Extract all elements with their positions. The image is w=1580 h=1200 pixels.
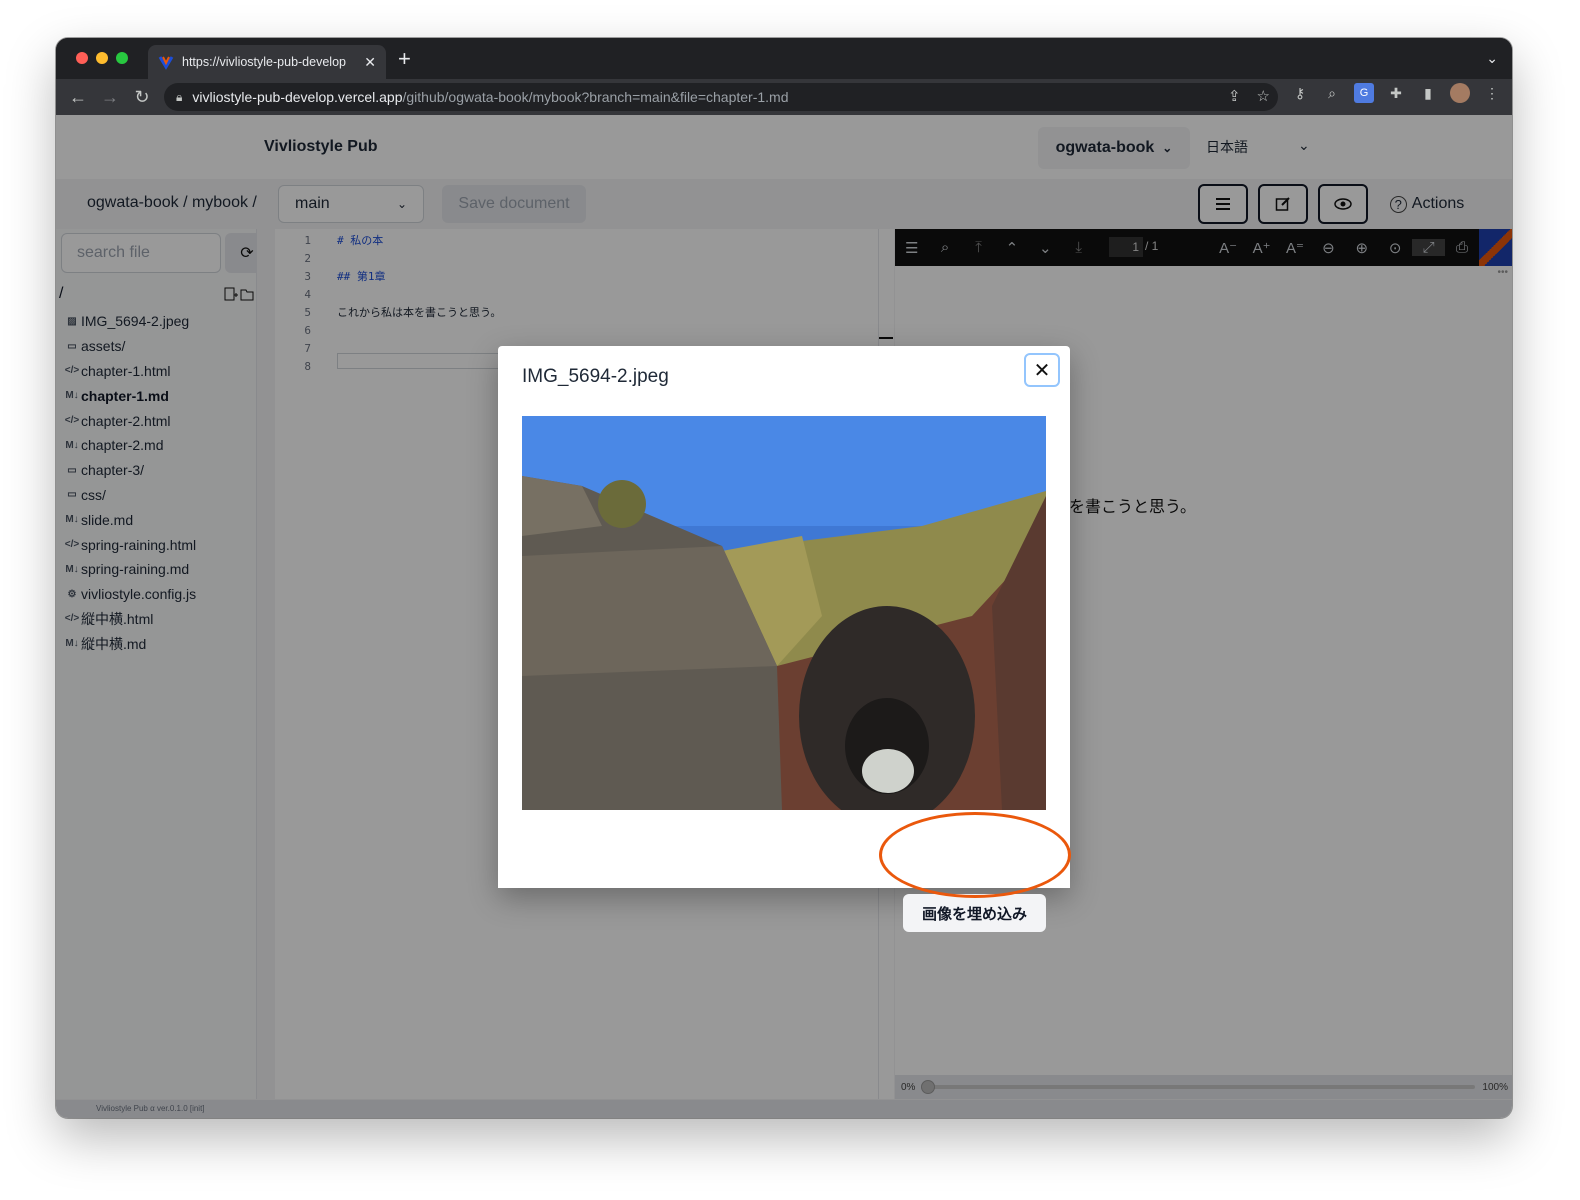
kebab-menu-icon[interactable]: ⋮ — [1482, 83, 1502, 103]
search-extension-icon[interactable]: ⌕ — [1322, 83, 1342, 103]
puzzle-extensions-icon[interactable]: ✚ — [1386, 83, 1406, 103]
image-modal: IMG_5694-2.jpeg ✕ 画像を埋め込み — [498, 346, 1070, 932]
highlight-annotation-ring — [879, 812, 1071, 898]
browser-tab[interactable]: https://vivliostyle-pub-develop ✕ — [148, 45, 386, 79]
modal-close-button[interactable]: ✕ — [1024, 353, 1060, 387]
url-field[interactable]: 🔒︎ vivliostyle-pub-develop.vercel.app /g… — [164, 83, 1278, 111]
address-bar: ← → ↻ 🔒︎ vivliostyle-pub-develop.vercel.… — [56, 79, 1512, 115]
maximize-window-button[interactable] — [116, 52, 128, 64]
extensions-area: ⚷ ⌕ G ✚ ▮ ⋮ — [1290, 83, 1502, 103]
close-window-button[interactable] — [76, 52, 88, 64]
close-tab-icon[interactable]: ✕ — [364, 54, 376, 71]
lock-icon: 🔒︎ — [176, 89, 183, 104]
reload-icon[interactable]: ↻ — [126, 87, 158, 108]
profile-avatar[interactable] — [1450, 83, 1470, 103]
image-preview — [522, 416, 1046, 810]
url-path: /github/ogwata-book/mybook?branch=main&f… — [402, 89, 789, 105]
tab-search-icon[interactable]: ⌄ — [1486, 50, 1498, 67]
close-icon: ✕ — [1033, 359, 1051, 382]
modal-title: IMG_5694-2.jpeg — [522, 366, 669, 387]
password-extension-icon[interactable]: ⚷ — [1290, 83, 1310, 103]
share-icon[interactable]: ⇪ — [1228, 87, 1241, 105]
browser-window: https://vivliostyle-pub-develop ✕ + ⌄ ← … — [56, 38, 1512, 1118]
embed-image-button[interactable]: 画像を埋め込み — [903, 894, 1046, 932]
tab-bar: https://vivliostyle-pub-develop ✕ + ⌄ — [56, 38, 1512, 79]
minimize-window-button[interactable] — [96, 52, 108, 64]
back-icon[interactable]: ← — [62, 87, 94, 108]
forward-icon[interactable]: → — [94, 87, 126, 108]
window-controls — [76, 52, 128, 64]
bookmark-star-icon[interactable]: ☆ — [1257, 87, 1270, 105]
sidebar-toggle-icon[interactable]: ▮ — [1418, 83, 1438, 103]
new-tab-icon[interactable]: + — [398, 47, 411, 71]
vivliostyle-favicon-icon — [158, 54, 174, 70]
translate-extension-icon[interactable]: G — [1354, 83, 1374, 103]
tab-title: https://vivliostyle-pub-develop — [182, 55, 346, 69]
url-host: vivliostyle-pub-develop.vercel.app — [192, 89, 403, 105]
